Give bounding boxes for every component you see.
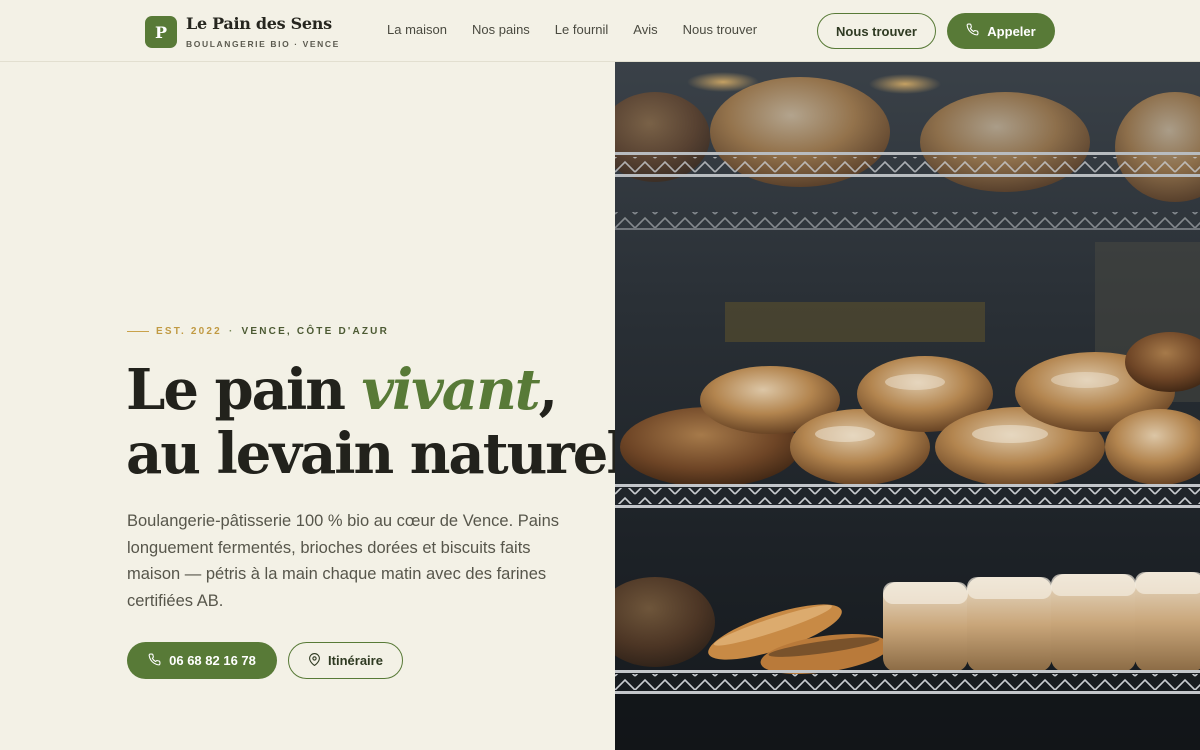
nav-item-nous-trouver[interactable]: Nous trouver — [683, 22, 757, 37]
main-nav: La maison Nos pains Le fournil Avis Nous… — [387, 22, 757, 37]
hero-eyebrow: EST. 2022 · VENCE, CÔTE D'AZUR — [127, 326, 389, 337]
phone-number-label: 06 68 82 16 78 — [169, 653, 256, 668]
hero-lede: Boulangerie-pâtisserie 100 % bio au cœur… — [127, 512, 560, 610]
nav-item-le-fournil[interactable]: Le fournil — [555, 22, 608, 37]
headline-part2: , — [538, 357, 558, 423]
brand-name: Le Pain des Sens — [186, 14, 332, 33]
logo-mark: P — [145, 16, 177, 48]
map-pin-icon — [308, 652, 321, 669]
eyebrow-separator: · — [228, 326, 235, 337]
phone-button[interactable]: 06 68 82 16 78 — [127, 642, 277, 679]
headline-line2: au levain naturel. — [126, 421, 645, 487]
logo-text: Le Pain des Sens BOULANGERIE BIO · VENCE — [186, 14, 340, 50]
eyebrow-est: EST. 2022 — [156, 326, 222, 337]
site-header: P Le Pain des Sens BOULANGERIE BIO · VEN… — [0, 0, 1200, 62]
call-button[interactable]: Appeler — [947, 13, 1055, 49]
nav-item-avis[interactable]: Avis — [633, 22, 657, 37]
call-label: Appeler — [987, 23, 1036, 39]
itinerary-button[interactable]: Itinéraire — [288, 642, 403, 679]
phone-icon — [966, 23, 979, 39]
headline-accent: vivant — [361, 357, 540, 423]
eyebrow-rule — [127, 331, 149, 332]
phone-icon — [148, 653, 161, 669]
headline-part1: Le pain — [126, 357, 362, 423]
brand-tagline: BOULANGERIE BIO · VENCE — [186, 39, 340, 49]
itinerary-label: Itinéraire — [328, 653, 383, 668]
find-us-button[interactable]: Nous trouver — [817, 13, 936, 49]
brand-logo[interactable]: P Le Pain des Sens BOULANGERIE BIO · VEN… — [145, 15, 340, 49]
bread-shelves-illustration — [615, 62, 1200, 750]
hero-bread-photo — [615, 62, 1200, 750]
nav-item-nos-pains[interactable]: Nos pains — [472, 22, 530, 37]
hero-headline: Le pain vivant, au levain naturel. — [126, 357, 645, 487]
find-us-label: Nous trouver — [836, 23, 917, 39]
nav-item-la-maison[interactable]: La maison — [387, 22, 447, 37]
eyebrow-location: VENCE, CÔTE D'AZUR — [241, 326, 390, 337]
